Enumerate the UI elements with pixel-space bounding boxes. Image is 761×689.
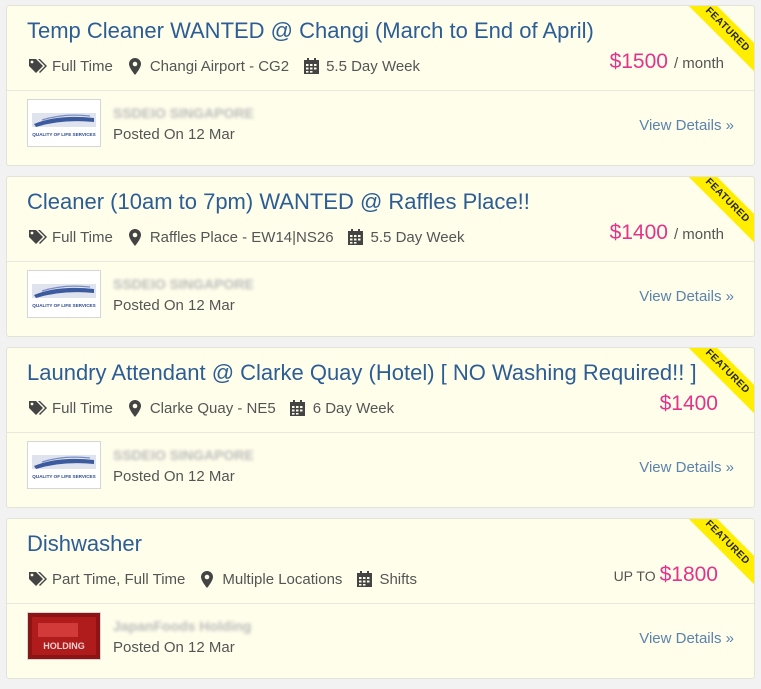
salary-period: / month xyxy=(673,226,724,243)
salary: $1400 / month xyxy=(606,221,724,245)
job-card-header: Cleaner (10am to 7pm) WANTED @ Raffles P… xyxy=(7,177,754,262)
job-card: Laundry Attendant @ Clarke Quay (Hotel) … xyxy=(6,347,755,508)
job-card-footer: QUALITY OF LIFE SERVICES SSDEIO SINGAPOR… xyxy=(7,262,754,336)
logo-caption: HOLDING xyxy=(43,641,85,651)
tags-icon xyxy=(27,228,47,246)
job-type: Full Time xyxy=(52,57,113,75)
map-marker-icon xyxy=(125,228,145,246)
job-card-footer: QUALITY OF LIFE SERVICES SSDEIO SINGAPOR… xyxy=(7,433,754,507)
company-logo[interactable]: HOLDING xyxy=(27,612,101,660)
map-marker-icon xyxy=(125,57,145,75)
posted-date: Posted On 12 Mar xyxy=(113,297,235,314)
job-meta: Part Time, Full Time Multiple Locations … xyxy=(27,568,429,590)
posted-date: Posted On 12 Mar xyxy=(113,468,235,485)
salary-amount: $1400 xyxy=(659,392,718,415)
job-title-link[interactable]: Laundry Attendant @ Clarke Quay (Hotel) … xyxy=(27,360,697,386)
job-schedule: 6 Day Week xyxy=(312,399,395,417)
calendar-icon xyxy=(301,57,321,75)
job-title-link[interactable]: Cleaner (10am to 7pm) WANTED @ Raffles P… xyxy=(27,189,530,215)
job-card-header: Temp Cleaner WANTED @ Changi (March to E… xyxy=(7,6,754,91)
job-location: Clarke Quay - NE5 xyxy=(149,399,276,417)
job-schedule: 5.5 Day Week xyxy=(326,57,421,75)
salary: $1500 / month xyxy=(606,50,724,74)
job-title-link[interactable]: Temp Cleaner WANTED @ Changi (March to E… xyxy=(27,18,594,44)
calendar-icon xyxy=(288,399,308,417)
job-type: Full Time xyxy=(52,399,113,417)
job-location: Multiple Locations xyxy=(222,570,343,588)
salary: UP TO $1800 xyxy=(614,563,724,587)
salary-prefix: UP TO xyxy=(613,568,656,584)
job-location: Raffles Place - EW14|NS26 xyxy=(149,228,334,246)
logo-caption: QUALITY OF LIFE SERVICES xyxy=(32,474,95,479)
job-card: Temp Cleaner WANTED @ Changi (March to E… xyxy=(6,5,755,166)
job-location: Changi Airport - CG2 xyxy=(149,57,290,75)
view-details-link[interactable]: View Details » xyxy=(639,117,734,134)
job-schedule: 5.5 Day Week xyxy=(370,228,465,246)
company-logo[interactable]: QUALITY OF LIFE SERVICES xyxy=(27,99,101,147)
job-card: Dishwasher Part Time, Full Time Multiple… xyxy=(6,518,755,679)
posted-date: Posted On 12 Mar xyxy=(113,639,235,656)
map-marker-icon xyxy=(197,570,217,588)
salary-amount: $1500 xyxy=(609,50,668,73)
job-meta: Full Time Changi Airport - CG2 5.5 Day W… xyxy=(27,55,432,77)
job-meta: Full Time Raffles Place - EW14|NS26 5.5 … xyxy=(27,226,476,248)
logo-caption: QUALITY OF LIFE SERVICES xyxy=(32,303,95,308)
company-logo[interactable]: QUALITY OF LIFE SERVICES xyxy=(27,441,101,489)
job-meta: Full Time Clarke Quay - NE5 6 Day Week xyxy=(27,397,406,419)
calendar-icon xyxy=(354,570,374,588)
company-name: SSDEIO SINGAPORE xyxy=(113,276,254,292)
tags-icon xyxy=(27,399,47,417)
tags-icon xyxy=(27,570,47,588)
view-details-link[interactable]: View Details » xyxy=(639,459,734,476)
salary-amount: $1400 xyxy=(609,221,668,244)
company-name: JapanFoods Holding xyxy=(113,618,252,634)
salary-amount: $1800 xyxy=(659,563,718,586)
company-name: SSDEIO SINGAPORE xyxy=(113,105,254,121)
job-card-footer: HOLDING JapanFoods Holding Posted On 12 … xyxy=(7,604,754,678)
job-card-header: Dishwasher Part Time, Full Time Multiple… xyxy=(7,519,754,604)
job-title-link[interactable]: Dishwasher xyxy=(27,531,142,557)
company-name: SSDEIO SINGAPORE xyxy=(113,447,254,463)
job-card: Cleaner (10am to 7pm) WANTED @ Raffles P… xyxy=(6,176,755,337)
job-schedule: Shifts xyxy=(379,570,417,588)
tags-icon xyxy=(27,57,47,75)
job-type: Part Time, Full Time xyxy=(52,570,186,588)
calendar-icon xyxy=(346,228,366,246)
map-marker-icon xyxy=(125,399,145,417)
logo-caption: QUALITY OF LIFE SERVICES xyxy=(32,132,95,137)
job-card-footer: QUALITY OF LIFE SERVICES SSDEIO SINGAPOR… xyxy=(7,91,754,165)
job-type: Full Time xyxy=(52,228,113,246)
job-card-header: Laundry Attendant @ Clarke Quay (Hotel) … xyxy=(7,348,754,433)
salary-period: / month xyxy=(673,55,724,72)
company-logo[interactable]: QUALITY OF LIFE SERVICES xyxy=(27,270,101,318)
salary: $1400 xyxy=(656,392,724,416)
view-details-link[interactable]: View Details » xyxy=(639,288,734,305)
posted-date: Posted On 12 Mar xyxy=(113,126,235,143)
view-details-link[interactable]: View Details » xyxy=(639,630,734,647)
job-list: Temp Cleaner WANTED @ Changi (March to E… xyxy=(0,0,761,689)
